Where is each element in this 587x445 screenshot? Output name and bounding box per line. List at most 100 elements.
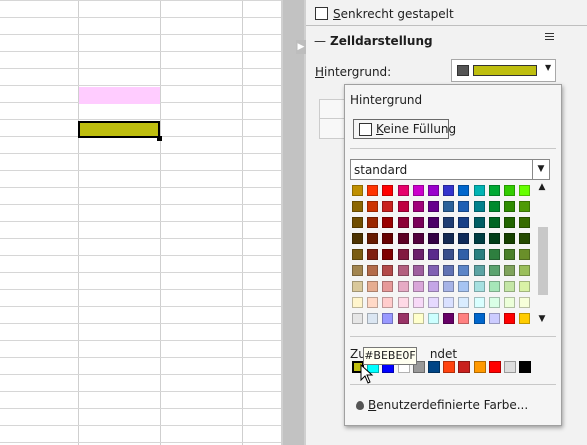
color-swatch[interactable] xyxy=(352,217,363,228)
color-swatch[interactable] xyxy=(367,185,379,196)
color-swatch[interactable] xyxy=(443,281,455,292)
color-swatch[interactable] xyxy=(519,201,531,212)
color-swatch[interactable] xyxy=(397,297,409,308)
hamburger-icon[interactable] xyxy=(545,33,554,42)
color-swatch[interactable] xyxy=(397,201,409,212)
color-swatch[interactable] xyxy=(428,265,439,276)
color-swatch[interactable] xyxy=(458,217,470,228)
recent-color-swatch[interactable] xyxy=(519,361,532,373)
color-swatch[interactable] xyxy=(458,185,470,196)
no-fill-button[interactable]: Keine Füllung xyxy=(353,119,456,139)
color-swatch[interactable] xyxy=(504,249,515,260)
custom-color-button[interactable]: Benutzerdefinierte Farbe... xyxy=(356,398,528,412)
section-collapse-icon[interactable]: — xyxy=(314,34,326,48)
recent-color-swatch[interactable] xyxy=(458,361,471,373)
color-swatch[interactable] xyxy=(519,313,531,324)
color-swatch[interactable] xyxy=(382,217,394,228)
stacked-checkbox[interactable] xyxy=(315,7,328,20)
color-swatch[interactable] xyxy=(443,217,455,228)
color-swatch[interactable] xyxy=(382,185,394,196)
color-swatch[interactable] xyxy=(488,249,500,260)
scrollbar-thumb[interactable] xyxy=(538,227,548,295)
color-swatch[interactable] xyxy=(412,249,424,260)
color-swatch[interactable] xyxy=(428,297,439,308)
color-swatch[interactable] xyxy=(504,233,515,244)
color-swatch[interactable] xyxy=(397,281,409,292)
color-swatch[interactable] xyxy=(443,265,455,276)
color-swatch[interactable] xyxy=(473,233,485,244)
palette-scrollbar[interactable]: ▲ ▼ xyxy=(534,182,550,330)
color-swatch[interactable] xyxy=(473,249,485,260)
color-swatch[interactable] xyxy=(412,297,424,308)
color-swatch[interactable] xyxy=(397,249,409,260)
color-swatch[interactable] xyxy=(428,185,439,196)
color-swatch[interactable] xyxy=(488,297,500,308)
no-fill-checkbox[interactable] xyxy=(359,123,372,136)
color-swatch[interactable] xyxy=(473,185,485,196)
color-swatch[interactable] xyxy=(382,313,394,324)
color-swatch[interactable] xyxy=(488,281,500,292)
color-swatch[interactable] xyxy=(352,201,363,212)
color-swatch[interactable] xyxy=(412,185,424,196)
color-swatch[interactable] xyxy=(458,233,470,244)
color-swatch[interactable] xyxy=(367,233,379,244)
color-swatch[interactable] xyxy=(382,201,394,212)
color-swatch[interactable] xyxy=(473,281,485,292)
background-color-button[interactable]: ▼ xyxy=(451,59,556,82)
sheet-scrollbar[interactable] xyxy=(281,0,306,445)
color-swatch[interactable] xyxy=(488,233,500,244)
color-swatch[interactable] xyxy=(352,313,363,324)
color-swatch[interactable] xyxy=(443,185,455,196)
color-palette-grid[interactable] xyxy=(352,185,534,327)
color-swatch[interactable] xyxy=(443,233,455,244)
color-swatch[interactable] xyxy=(412,313,424,324)
color-swatch[interactable] xyxy=(458,249,470,260)
color-swatch[interactable] xyxy=(519,217,531,228)
color-swatch[interactable] xyxy=(519,297,531,308)
color-swatch[interactable] xyxy=(397,313,409,324)
fill-handle[interactable] xyxy=(157,136,162,141)
color-swatch[interactable] xyxy=(519,265,531,276)
color-swatch[interactable] xyxy=(412,281,424,292)
color-swatch[interactable] xyxy=(367,249,379,260)
color-swatch[interactable] xyxy=(367,313,379,324)
color-swatch[interactable] xyxy=(473,217,485,228)
color-swatch[interactable] xyxy=(443,297,455,308)
color-swatch[interactable] xyxy=(504,265,515,276)
recent-color-swatch[interactable] xyxy=(473,361,486,373)
color-swatch[interactable] xyxy=(428,313,439,324)
color-swatch[interactable] xyxy=(504,201,515,212)
color-swatch[interactable] xyxy=(458,201,470,212)
color-swatch[interactable] xyxy=(504,297,515,308)
color-swatch[interactable] xyxy=(504,281,515,292)
sidebar-collapse-button[interactable]: ▶ xyxy=(296,40,306,54)
scrollbar-thumb[interactable] xyxy=(283,0,304,445)
color-swatch[interactable] xyxy=(352,265,363,276)
color-swatch[interactable] xyxy=(443,201,455,212)
color-swatch[interactable] xyxy=(412,201,424,212)
chevron-down-icon[interactable]: ▼ xyxy=(536,314,548,324)
color-swatch[interactable] xyxy=(397,265,409,276)
color-swatch[interactable] xyxy=(352,281,363,292)
recent-color-swatch[interactable] xyxy=(504,361,516,373)
color-swatch[interactable] xyxy=(473,201,485,212)
color-swatch[interactable] xyxy=(367,217,379,228)
color-swatch[interactable] xyxy=(428,201,439,212)
color-swatch[interactable] xyxy=(458,313,470,324)
color-swatch[interactable] xyxy=(367,201,379,212)
color-swatch[interactable] xyxy=(412,233,424,244)
color-swatch[interactable] xyxy=(412,265,424,276)
pink-cell[interactable] xyxy=(79,87,160,104)
color-swatch[interactable] xyxy=(382,265,394,276)
color-swatch[interactable] xyxy=(504,313,515,324)
color-swatch[interactable] xyxy=(458,281,470,292)
color-swatch[interactable] xyxy=(458,265,470,276)
color-swatch[interactable] xyxy=(352,249,363,260)
color-swatch[interactable] xyxy=(458,297,470,308)
color-swatch[interactable] xyxy=(519,185,531,196)
color-swatch[interactable] xyxy=(488,201,500,212)
color-swatch[interactable] xyxy=(428,249,439,260)
color-swatch[interactable] xyxy=(367,281,379,292)
color-swatch[interactable] xyxy=(397,185,409,196)
color-swatch[interactable] xyxy=(428,233,439,244)
